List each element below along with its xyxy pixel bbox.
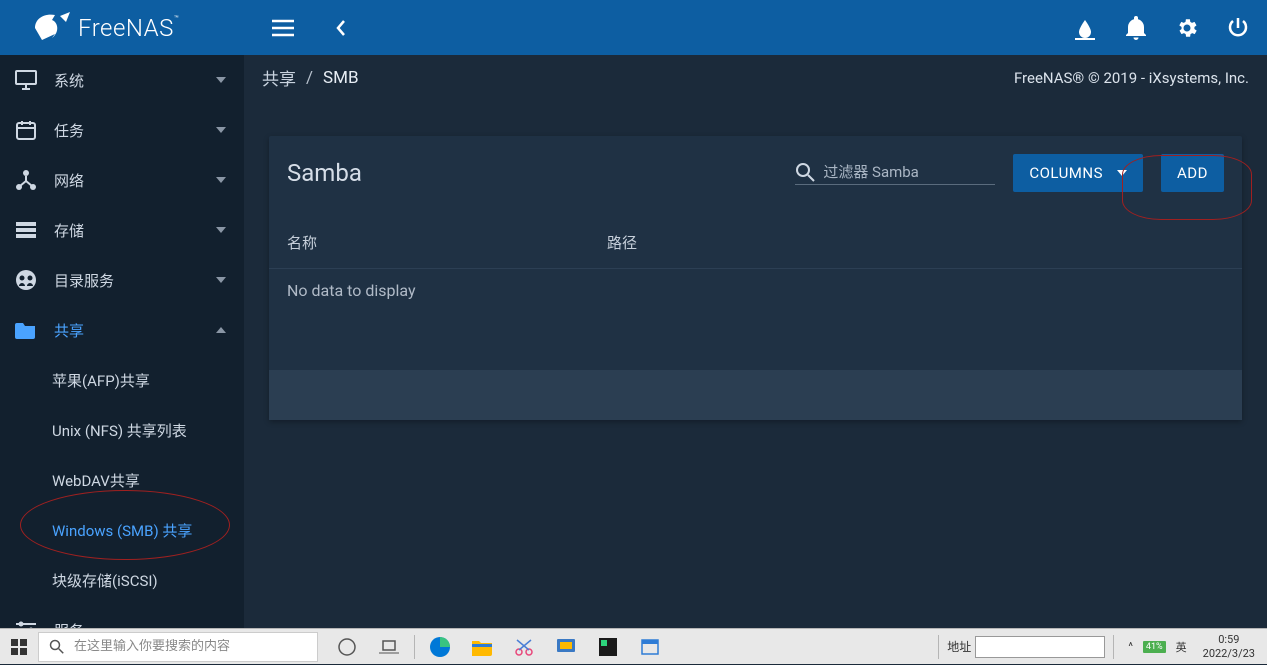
columns-button[interactable]: COLUMNS — [1013, 154, 1143, 192]
sidebar-item-network[interactable]: 网络 — [0, 155, 244, 205]
add-button[interactable]: ADD — [1161, 154, 1224, 192]
chevron-down-icon — [216, 277, 226, 283]
sidebar-sub-afp[interactable]: 苹果(AFP)共享 — [0, 355, 244, 405]
cortana-icon[interactable] — [326, 629, 368, 665]
empty-state-text: No data to display — [287, 281, 416, 300]
theme-icon[interactable] — [1073, 16, 1097, 40]
ime-lang[interactable]: 英 — [1176, 639, 1187, 655]
sidebar: 系统 任务 网络 存储 目录服务 共享 苹果(AFP)共享 Unix (NFS)… — [0, 55, 244, 628]
logo-area: FreeNAS™ — [0, 10, 244, 45]
task-view-icon[interactable] — [368, 629, 410, 665]
calendar-icon — [14, 118, 38, 142]
tune-icon — [14, 618, 38, 628]
th-name[interactable]: 名称 — [287, 232, 607, 253]
storage-icon — [14, 218, 38, 242]
sidebar-item-directory-services[interactable]: 目录服务 — [0, 255, 244, 305]
explorer-icon[interactable] — [461, 629, 503, 665]
address-bar-input[interactable] — [975, 636, 1105, 658]
clock[interactable]: 0:59 2022/3/23 — [1197, 633, 1261, 659]
breadcrumb-sharing[interactable]: 共享 — [262, 65, 296, 90]
app-icon[interactable] — [629, 629, 671, 665]
main-content: Samba COLUMNS ADD 名称 路径 — [244, 100, 1267, 628]
power-icon[interactable] — [1227, 17, 1249, 39]
battery-icon[interactable]: 41% — [1143, 641, 1166, 653]
logo-text: FreeNAS™ — [78, 14, 179, 42]
table-header: 名称 路径 — [269, 216, 1242, 268]
address-bar-wrap: 地址 — [934, 635, 1122, 659]
taskbar-search-input[interactable] — [74, 639, 317, 654]
monitor-icon — [14, 68, 38, 92]
menu-toggle-button[interactable] — [269, 14, 297, 42]
system-tray: ^ 41% 英 0:59 2022/3/23 — [1122, 633, 1267, 659]
chevron-down-icon — [216, 127, 226, 133]
chevron-down-icon — [1117, 170, 1127, 176]
sidebar-sub-smb[interactable]: Windows (SMB) 共享 — [0, 505, 244, 555]
addr-label: 地址 — [947, 638, 971, 655]
edge-icon[interactable] — [419, 629, 461, 665]
chevron-down-icon — [216, 227, 226, 233]
tray-up-icon[interactable]: ^ — [1128, 640, 1133, 653]
search-icon — [49, 639, 64, 654]
directory-services-icon — [14, 268, 38, 292]
chevron-down-icon — [216, 177, 226, 183]
card-title: Samba — [287, 159, 362, 187]
top-bar: FreeNAS™ — [0, 0, 1267, 55]
filter-wrap — [795, 162, 995, 185]
th-path[interactable]: 路径 — [607, 232, 944, 253]
breadcrumb-smb: SMB — [323, 68, 359, 88]
chevron-down-icon — [216, 77, 226, 83]
sidebar-item-services[interactable]: 服务 — [0, 605, 244, 628]
windows-taskbar: 地址 ^ 41% 英 0:59 2022/3/23 — [0, 628, 1267, 664]
filter-input[interactable] — [823, 163, 995, 181]
notifications-icon[interactable] — [1125, 16, 1147, 40]
folder-share-icon — [14, 318, 38, 342]
settings-icon[interactable] — [1175, 16, 1199, 40]
taskbar-search[interactable] — [38, 632, 318, 662]
snip-icon[interactable] — [503, 629, 545, 665]
sidebar-item-system[interactable]: 系统 — [0, 55, 244, 105]
sidebar-sub-webdav[interactable]: WebDAV共享 — [0, 455, 244, 505]
pycharm-icon[interactable] — [587, 629, 629, 665]
sidebar-item-storage[interactable]: 存储 — [0, 205, 244, 255]
table-body: No data to display — [269, 268, 1242, 370]
start-button[interactable] — [0, 629, 38, 665]
samba-card: Samba COLUMNS ADD 名称 路径 — [269, 136, 1242, 420]
sidebar-item-sharing[interactable]: 共享 — [0, 305, 244, 355]
sidebar-item-tasks[interactable]: 任务 — [0, 105, 244, 155]
breadcrumb: 共享 / SMB FreeNAS® © 2019 - iXsystems, In… — [244, 55, 1267, 100]
freenas-logo-icon — [30, 10, 70, 45]
chevron-up-icon — [216, 327, 226, 333]
search-icon — [795, 162, 815, 182]
sidebar-sub-iscsi[interactable]: 块级存储(iSCSI) — [0, 555, 244, 605]
copyright-text: FreeNAS® © 2019 - iXsystems, Inc. — [1014, 69, 1249, 87]
card-footer — [269, 370, 1242, 420]
back-button[interactable] — [327, 14, 355, 42]
sidebar-sub-nfs[interactable]: Unix (NFS) 共享列表 — [0, 405, 244, 455]
network-icon — [14, 168, 38, 192]
vm-icon[interactable] — [545, 629, 587, 665]
